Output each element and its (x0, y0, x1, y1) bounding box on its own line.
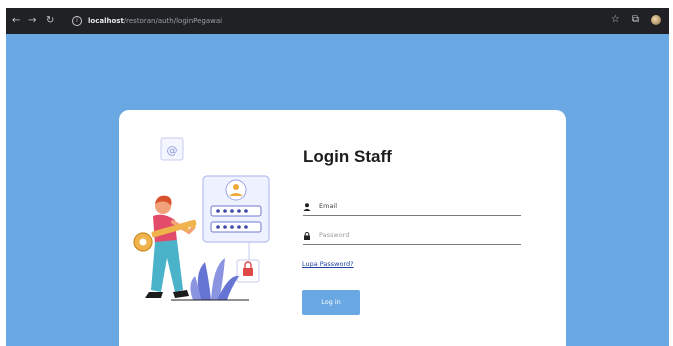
forgot-password-link[interactable]: Lupa Password? (302, 260, 354, 268)
lock-icon (304, 232, 310, 240)
email-placeholder: Email (319, 202, 338, 210)
extensions-icon[interactable]: ⧉ (632, 14, 639, 25)
page-background: @ Login Staff Email Password Lupa Passwo… (6, 34, 669, 346)
browser-toolbar: ← → ↻ i localhost/restoran/auth/loginPega… (6, 8, 669, 34)
profile-avatar-icon[interactable] (651, 14, 661, 25)
email-field[interactable]: Email (303, 200, 521, 216)
url-host: localhost (88, 17, 124, 25)
password-field[interactable]: Password (303, 229, 521, 245)
login-illustration: @ (133, 137, 270, 301)
user-icon (303, 203, 311, 211)
svg-text:@: @ (167, 144, 178, 157)
password-underline (303, 244, 521, 245)
page-title: Login Staff (303, 147, 392, 166)
email-underline (303, 215, 521, 216)
login-button[interactable]: Log in (302, 290, 360, 315)
back-icon[interactable]: ← (12, 14, 20, 28)
reload-icon[interactable]: ↻ (46, 14, 54, 28)
password-placeholder: Password (319, 231, 350, 239)
site-info-icon[interactable]: i (72, 16, 82, 26)
star-icon[interactable]: ☆ (611, 14, 620, 25)
url-path: /restoran/auth/loginPegawai (123, 17, 223, 25)
address-bar[interactable]: i localhost/restoran/auth/loginPegawai (72, 13, 612, 29)
forward-icon[interactable]: → (28, 14, 36, 28)
login-card: @ Login Staff Email Password Lupa Passwo… (119, 110, 566, 346)
